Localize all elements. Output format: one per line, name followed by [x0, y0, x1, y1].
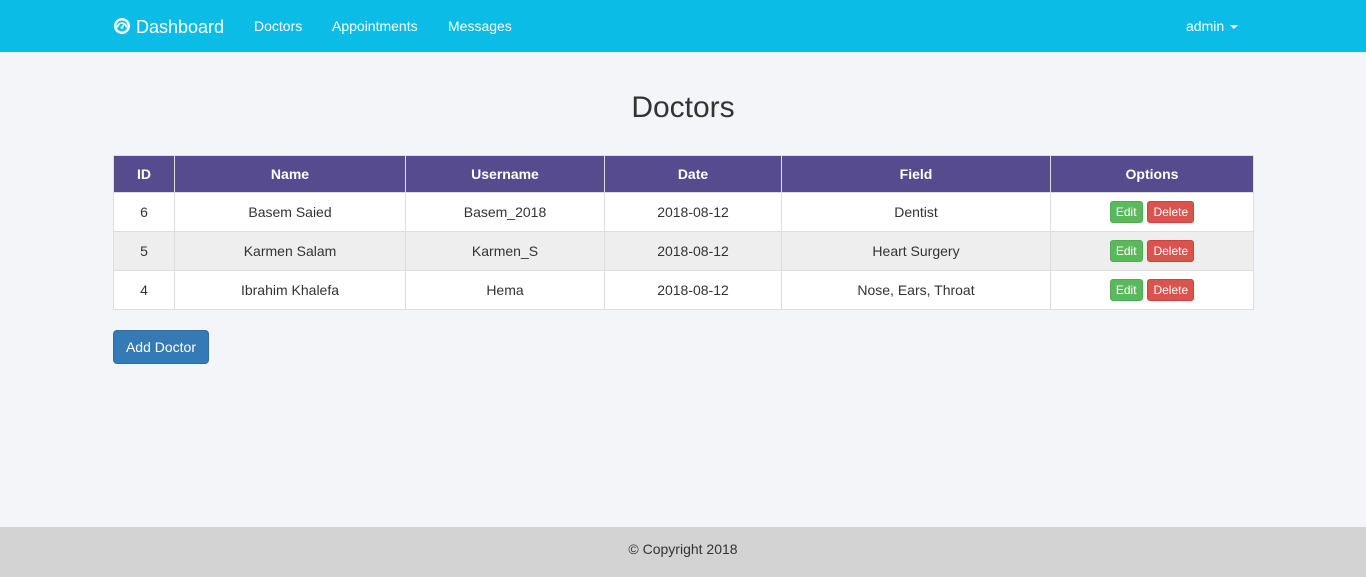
edit-button[interactable]: Edit: [1109, 279, 1143, 301]
delete-button[interactable]: Delete: [1147, 240, 1195, 262]
cell-id: 5: [113, 231, 175, 271]
caret-down-icon: [1230, 25, 1239, 29]
cell-options: Edit Delete: [1050, 192, 1254, 232]
edit-button[interactable]: Edit: [1109, 240, 1143, 262]
cell-field: Nose, Ears, Throat: [781, 270, 1051, 310]
brand-label: Dashboard: [136, 16, 225, 37]
cell-name: Basem Saied: [174, 192, 406, 232]
cell-id: 6: [113, 192, 175, 232]
delete-button[interactable]: Delete: [1147, 279, 1195, 301]
add-doctor-button[interactable]: Add Doctor: [113, 330, 209, 364]
cell-date: 2018-08-12: [604, 192, 782, 232]
cell-date: 2018-08-12: [604, 231, 782, 271]
delete-button[interactable]: Delete: [1147, 201, 1195, 223]
cell-field: Dentist: [781, 192, 1051, 232]
copyright-text: © Copyright 2018: [628, 541, 738, 557]
header-date: Date: [604, 155, 782, 193]
header-options: Options: [1050, 155, 1254, 193]
cell-name: Karmen Salam: [174, 231, 406, 271]
cell-id: 4: [113, 270, 175, 310]
top-navbar: Dashboard Doctors Appointments Messages …: [0, 0, 1366, 52]
user-menu-dropdown[interactable]: admin: [1186, 17, 1239, 35]
cell-date: 2018-08-12: [604, 270, 782, 310]
dashboard-gauge-icon: [114, 18, 130, 34]
page-title: Doctors: [631, 91, 735, 124]
doctors-table: ID Name Username Date Field Options 6 Ba…: [113, 155, 1254, 310]
brand-link[interactable]: Dashboard: [113, 15, 224, 39]
edit-button[interactable]: Edit: [1109, 201, 1143, 223]
cell-options: Edit Delete: [1050, 231, 1254, 271]
header-username: Username: [405, 155, 605, 193]
cell-name: Ibrahim Khalefa: [174, 270, 406, 310]
nav-doctors[interactable]: Doctors: [254, 17, 302, 35]
cell-username: Basem_2018: [405, 192, 605, 232]
table-row: 4 Ibrahim Khalefa Hema 2018-08-12 Nose, …: [113, 270, 1254, 310]
table-row: 5 Karmen Salam Karmen_S 2018-08-12 Heart…: [113, 231, 1254, 271]
header-name: Name: [174, 155, 406, 193]
header-field: Field: [781, 155, 1051, 193]
user-name: admin: [1186, 18, 1225, 34]
nav-messages[interactable]: Messages: [448, 17, 512, 35]
table-row: 6 Basem Saied Basem_2018 2018-08-12 Dent…: [113, 192, 1254, 232]
footer: © Copyright 2018: [0, 527, 1366, 577]
table-header-row: ID Name Username Date Field Options: [113, 155, 1254, 193]
cell-username: Hema: [405, 270, 605, 310]
cell-username: Karmen_S: [405, 231, 605, 271]
nav-appointments[interactable]: Appointments: [332, 17, 418, 35]
cell-field: Heart Surgery: [781, 231, 1051, 271]
cell-options: Edit Delete: [1050, 270, 1254, 310]
header-id: ID: [113, 155, 175, 193]
